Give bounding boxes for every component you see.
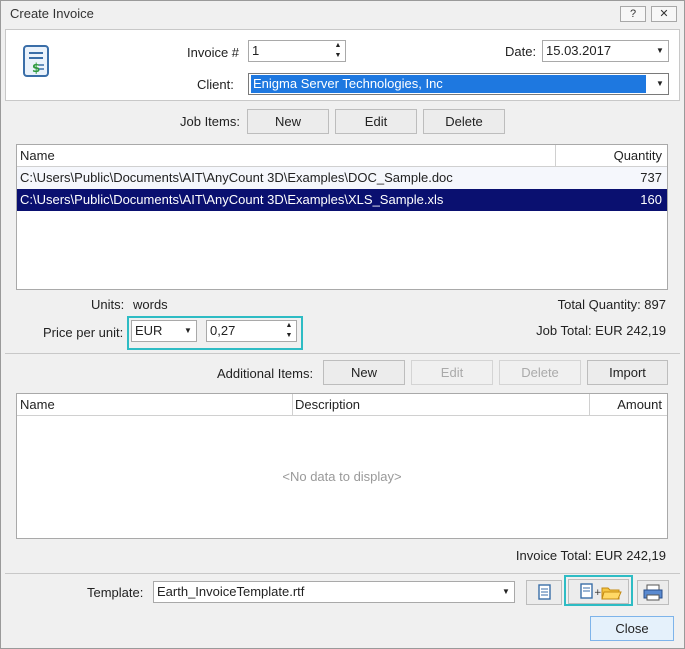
currency-value: EUR: [135, 323, 163, 338]
load-template-button[interactable]: +: [568, 579, 629, 604]
chevron-down-icon[interactable]: ▼: [182, 321, 194, 341]
job-total: Job Total: EUR 242,19: [536, 323, 666, 338]
spin-up-icon[interactable]: ▲: [282, 321, 296, 331]
open-template-button[interactable]: [526, 580, 562, 605]
column-header-description[interactable]: Description: [292, 394, 589, 416]
client-value: Enigma Server Technologies, Inc: [251, 75, 646, 93]
client-label: Client:: [197, 77, 234, 92]
price-per-unit-label: Price per unit:: [43, 325, 124, 340]
additional-items-label: Additional Items:: [217, 366, 314, 381]
column-header-amount[interactable]: Amount: [589, 394, 667, 416]
job-delete-button[interactable]: Delete: [423, 109, 505, 134]
column-divider: [292, 394, 293, 416]
invoice-number-spinner[interactable]: 1 ▲ ▼: [248, 40, 346, 62]
printer-icon: [643, 584, 663, 601]
invoice-number-spin-buttons[interactable]: ▲ ▼: [331, 41, 345, 61]
svg-text:+: +: [594, 588, 602, 598]
print-button[interactable]: [637, 580, 669, 605]
table-row-selected[interactable]: C:\Users\Public\Documents\AIT\AnyCount 3…: [17, 189, 667, 211]
grid-header: Name Quantity: [17, 145, 667, 167]
job-edit-button[interactable]: Edit: [335, 109, 417, 134]
client-select[interactable]: Enigma Server Technologies, Inc ▼: [248, 73, 669, 95]
window-title: Create Invoice: [10, 6, 94, 21]
job-items-label: Job Items:: [180, 114, 240, 129]
column-header-quantity[interactable]: Quantity: [555, 145, 667, 167]
job-items-panel: Job Items: New Edit Delete Name Quantity…: [5, 103, 680, 353]
close-window-button[interactable]: ✕: [651, 6, 677, 22]
additional-items-grid[interactable]: Name Description Amount <No data to disp…: [16, 393, 668, 539]
date-picker[interactable]: 15.03.2017 ▼: [542, 40, 669, 62]
empty-grid-message: <No data to display>: [282, 469, 402, 484]
units-value: words: [133, 297, 168, 312]
create-invoice-window: Create Invoice ? ✕ $ Invoice # 1 ▲ ▼ Dat…: [0, 0, 685, 649]
invoice-document-icon: $: [23, 45, 49, 77]
spin-up-icon[interactable]: ▲: [331, 41, 345, 51]
date-value: 15.03.2017: [546, 43, 612, 58]
document-icon: [538, 584, 551, 600]
divider: [5, 573, 680, 574]
price-value: 0,27: [210, 323, 236, 338]
date-label: Date:: [505, 44, 537, 59]
spin-down-icon[interactable]: ▼: [331, 51, 345, 61]
column-divider: [589, 394, 590, 416]
total-quantity: Total Quantity: 897: [557, 297, 666, 312]
svg-text:$: $: [32, 61, 40, 75]
column-header-name[interactable]: Name: [17, 145, 555, 167]
price-spinner[interactable]: 0,27 ▲ ▼: [206, 320, 297, 342]
additional-import-button[interactable]: Import: [587, 360, 668, 385]
help-button[interactable]: ?: [620, 6, 646, 22]
price-spin-buttons[interactable]: ▲ ▼: [282, 321, 296, 341]
additional-new-button[interactable]: New: [323, 360, 405, 385]
template-select[interactable]: Earth_InvoiceTemplate.rtf ▼: [153, 581, 515, 603]
template-label: Template:: [87, 585, 144, 600]
additional-items-panel: Additional Items: New Edit Delete Import…: [5, 356, 680, 571]
grid-header: Name Description Amount: [17, 394, 667, 416]
invoice-number-label: Invoice #: [187, 45, 240, 60]
divider: [5, 353, 680, 354]
job-new-button[interactable]: New: [247, 109, 329, 134]
invoice-header-panel: $ Invoice # 1 ▲ ▼ Date: 15.03.2017 ▼ Cli…: [5, 29, 680, 101]
chevron-down-icon[interactable]: ▼: [654, 74, 666, 94]
document-folder-icon: +: [580, 583, 622, 600]
invoice-number-value: 1: [252, 43, 260, 58]
row-quantity: 737: [640, 170, 662, 185]
row-quantity: 160: [640, 192, 662, 207]
row-name: C:\Users\Public\Documents\AIT\AnyCount 3…: [20, 192, 444, 207]
table-row[interactable]: C:\Users\Public\Documents\AIT\AnyCount 3…: [17, 167, 667, 189]
job-items-grid[interactable]: Name Quantity C:\Users\Public\Documents\…: [16, 144, 668, 290]
additional-delete-button[interactable]: Delete: [499, 360, 581, 385]
row-name: C:\Users\Public\Documents\AIT\AnyCount 3…: [20, 170, 453, 185]
title-bar: Create Invoice ? ✕: [1, 1, 684, 25]
column-header-name[interactable]: Name: [17, 394, 292, 416]
template-value: Earth_InvoiceTemplate.rtf: [157, 584, 305, 599]
units-label: Units:: [91, 297, 125, 312]
spin-down-icon[interactable]: ▼: [282, 331, 296, 341]
close-button[interactable]: Close: [590, 616, 674, 641]
chevron-down-icon[interactable]: ▼: [500, 582, 512, 602]
additional-edit-button[interactable]: Edit: [411, 360, 493, 385]
chevron-down-icon[interactable]: ▼: [654, 41, 666, 61]
currency-select[interactable]: EUR ▼: [131, 320, 197, 342]
invoice-total: Invoice Total: EUR 242,19: [515, 548, 666, 563]
